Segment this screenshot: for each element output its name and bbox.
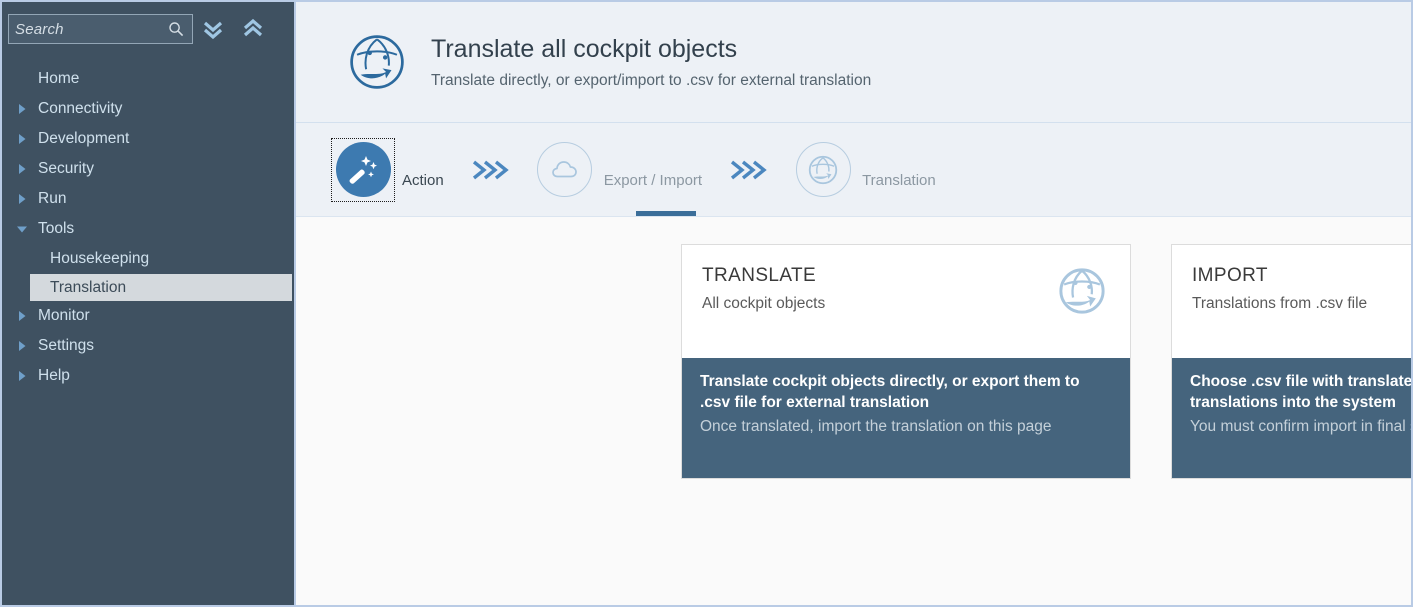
globe-translate-icon: [808, 155, 838, 184]
sidebar-item-monitor[interactable]: Monitor: [2, 301, 294, 331]
wizard-step-translation-label: Translation: [862, 171, 936, 189]
translate-card-texts: TRANSLATE All cockpit objects: [702, 265, 825, 313]
sidebar-item-label: Translation: [50, 278, 127, 296]
sidebar: Search Home Connectivity Development Sec…: [0, 0, 296, 607]
magic-wand-icon: [349, 155, 377, 184]
globe-translate-icon: [350, 35, 404, 89]
sidebar-item-label: Home: [38, 70, 80, 87]
sidebar-item-label: Help: [38, 367, 70, 384]
collapse-all-button[interactable]: [193, 9, 233, 49]
wizard-step-export-import-label: Export / Import: [603, 171, 703, 189]
import-card-texts: IMPORT Translations from .csv file: [1192, 265, 1367, 313]
search-icon[interactable]: [168, 21, 184, 37]
sidebar-item-run[interactable]: Run: [2, 184, 294, 214]
wizard-separator-1: [444, 157, 534, 183]
page-header-texts: Translate all cockpit objects Translate …: [406, 34, 871, 90]
translate-card-title: TRANSLATE: [702, 265, 817, 286]
translate-card-header: TRANSLATE All cockpit objects: [682, 245, 1130, 358]
caret-down-icon[interactable]: [16, 223, 36, 235]
wizard-step-translation[interactable]: Translation: [792, 139, 936, 201]
chevrons-down-icon[interactable]: [200, 16, 226, 42]
triple-chevron-right-icon: [472, 160, 509, 179]
import-card-footer-main: Choose .csv file with translated objects…: [1190, 373, 1413, 411]
sidebar-item-label: Monitor: [38, 307, 90, 324]
search-input[interactable]: Search: [8, 14, 193, 44]
wizard-step-action-circle[interactable]: [331, 137, 395, 202]
import-card-footer-sub: You must confirm import in final step: [1190, 417, 1411, 435]
wizard-step-export-import-circle[interactable]: [534, 139, 596, 201]
page-subtitle: Translate directly, or export/import to …: [431, 72, 872, 89]
wizard-step-export-import[interactable]: Export / Import: [534, 139, 702, 201]
wizard-step-action[interactable]: Action: [331, 137, 444, 202]
sidebar-item-connectivity[interactable]: Connectivity: [2, 94, 294, 124]
triple-chevron-right-icon: [731, 160, 767, 179]
import-card[interactable]: IMPORT Translations from .csv file Choos…: [1171, 244, 1413, 479]
sidebar-item-tools[interactable]: Tools: [2, 214, 294, 244]
sidebar-nav: Home Connectivity Development Security Run To…: [2, 56, 294, 605]
translate-card-subtitle: All cockpit objects: [702, 294, 826, 312]
sidebar-item-label: Tools: [38, 220, 75, 237]
sidebar-item-help[interactable]: Help: [2, 361, 294, 391]
caret-right-icon[interactable]: [16, 103, 36, 115]
search-placeholder: Search: [15, 20, 64, 38]
caret-right-icon[interactable]: [16, 133, 36, 145]
sidebar-item-label: Run: [38, 190, 67, 207]
caret-right-icon[interactable]: [16, 370, 36, 382]
sidebar-item-settings[interactable]: Settings: [2, 331, 294, 361]
caret-right-icon[interactable]: [16, 193, 36, 205]
translate-card-footer-sub: Once translated, import the translation …: [700, 417, 1052, 435]
sidebar-item-label: Development: [38, 130, 130, 147]
caret-right-icon[interactable]: [16, 163, 36, 175]
sidebar-item-home[interactable]: Home: [2, 64, 294, 94]
chevrons-up-icon[interactable]: [240, 16, 266, 42]
application-window: Search Home Connectivity Development Sec…: [0, 0, 1413, 607]
wizard-step-action-label: Action: [402, 171, 444, 189]
sidebar-item-housekeeping[interactable]: Housekeeping: [2, 244, 294, 274]
sidebar-search-row: Search: [2, 2, 294, 56]
sidebar-item-translation[interactable]: Translation: [30, 274, 292, 301]
sidebar-item-label: Housekeeping: [50, 250, 150, 267]
import-card-footer[interactable]: Choose .csv file with translated objects…: [1172, 358, 1413, 478]
translate-card[interactable]: TRANSLATE All cockpit objects Translate …: [681, 244, 1131, 479]
wizard-separator-2: [702, 157, 792, 183]
translate-card-footer[interactable]: Translate cockpit objects directly, or e…: [682, 358, 1130, 478]
import-card-subtitle: Translations from .csv file: [1192, 294, 1368, 312]
sidebar-item-development[interactable]: Development: [2, 124, 294, 154]
expand-all-button[interactable]: [233, 9, 273, 49]
action-cards: TRANSLATE All cockpit objects Translate …: [296, 217, 1411, 605]
sidebar-item-label: Connectivity: [38, 100, 123, 117]
main-content: Translate all cockpit objects Translate …: [296, 0, 1413, 607]
translate-card-footer-main: Translate cockpit objects directly, or e…: [700, 373, 1080, 411]
sidebar-item-label: Settings: [38, 337, 95, 354]
page-header: Translate all cockpit objects Translate …: [296, 2, 1411, 123]
cloud-icon: [551, 160, 577, 177]
caret-right-icon[interactable]: [16, 310, 36, 322]
globe-translate-icon: [1059, 268, 1105, 314]
page-title: Translate all cockpit objects: [431, 35, 738, 63]
wizard-step-translation-circle[interactable]: [792, 139, 854, 201]
sidebar-item-label: Security: [38, 160, 94, 177]
active-step-indicator: [636, 211, 696, 216]
caret-right-icon[interactable]: [16, 340, 36, 352]
import-card-title: IMPORT: [1192, 265, 1268, 286]
sidebar-item-security[interactable]: Security: [2, 154, 294, 184]
import-card-header: IMPORT Translations from .csv file: [1172, 245, 1411, 358]
wizard-stepper: Action Export / Import Translation: [296, 123, 1411, 217]
